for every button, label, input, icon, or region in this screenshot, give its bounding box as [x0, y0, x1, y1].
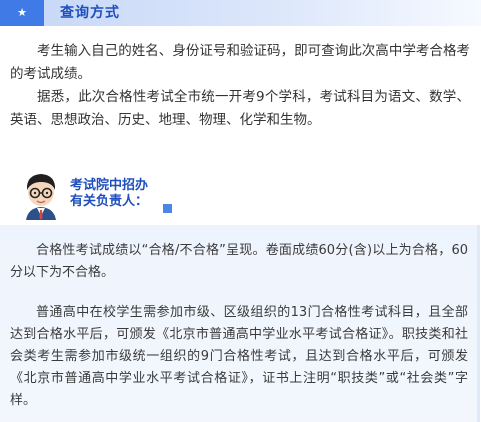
answer-text: 合格性考试成绩以“合格/不合格”呈现。卷面成绩60分(含)以上为合格，60分以下…: [10, 240, 468, 412]
answer-paragraph-2: 普通高中在校学生需参加市级、区级组织的13门合格性考试科目，且全部达到合格水平后…: [10, 305, 468, 408]
body-paragraph-2: 据悉，此次合格性考试全市统一开考9个学科，考试科目为语文、数学、英语、思想政治、…: [10, 89, 470, 128]
body-paragraph-1: 考生输入自己的姓名、身份证号和验证码，即可查询此次高中学考合格考的考试成绩。: [10, 43, 470, 82]
official-avatar-icon: [26, 174, 56, 220]
answer-paragraph-1: 合格性考试成绩以“合格/不合格”呈现。卷面成绩60分(含)以上为合格，60分以下…: [10, 243, 468, 280]
speaker-role: 有关负责人：: [70, 194, 149, 209]
star-icon: ★: [0, 0, 44, 26]
section-title: 查询方式: [60, 5, 120, 21]
speaker-label: 考试院中招办 有关负责人：: [70, 178, 148, 210]
section-header: ★ 查询方式: [0, 0, 481, 26]
article-body: 考生输入自己的姓名、身份证号和验证码，即可查询此次高中学考合格考的考试成绩。 据…: [10, 40, 470, 132]
speaker-block: 考试院中招办 有关负责人：: [10, 170, 230, 220]
answer-box: 合格性考试成绩以“合格/不合格”呈现。卷面成绩60分(含)以上为合格，60分以下…: [0, 225, 480, 422]
speaker-org: 考试院中招办: [70, 178, 149, 193]
decorative-square-icon: [163, 204, 172, 213]
